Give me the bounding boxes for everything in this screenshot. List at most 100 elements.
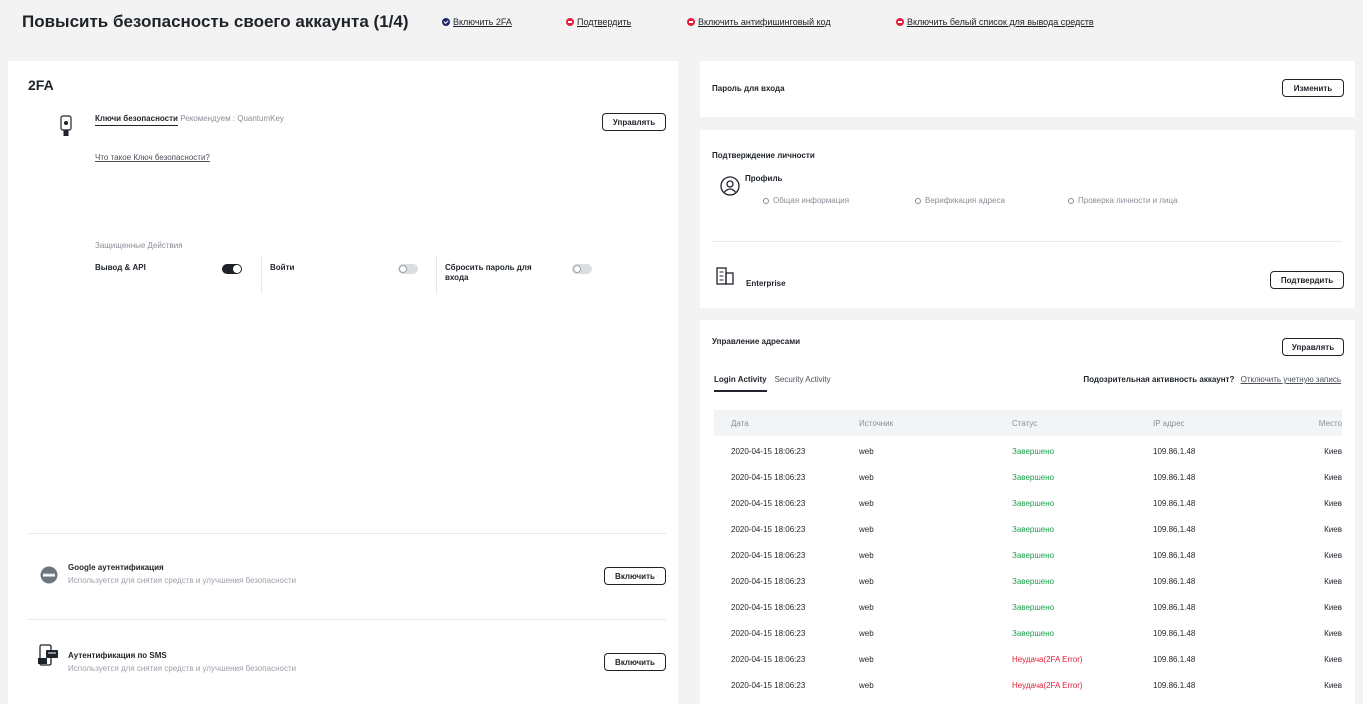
tab-login-activity[interactable]: Login Activity <box>714 375 767 392</box>
reset-password-toggle[interactable] <box>572 264 592 274</box>
circle-icon <box>763 197 769 204</box>
google-auth-title: Google аутентификация <box>68 563 164 572</box>
page-title: Повысить безопасность своего аккаунта (1… <box>22 12 409 31</box>
step-label: Включить 2FA <box>453 17 512 27</box>
identity-title: Подтверждение личности <box>712 151 815 160</box>
twofa-card: 2FA Ключи безопасности Рекомендуем : Qua… <box>8 61 678 704</box>
profile-step-label: Проверка личности и лица <box>1078 196 1178 205</box>
cell-status: Завершено <box>1012 551 1055 560</box>
security-key-name: Ключи безопасности <box>95 114 178 126</box>
address-card: Управление адресами Управлять Login Acti… <box>700 320 1355 704</box>
disable-account-link[interactable]: Отключить учетную запись <box>1241 375 1341 384</box>
cell-place: Киев <box>1324 473 1342 482</box>
cell-date: 2020-04-15 18:06:23 <box>731 447 806 456</box>
step-whitelist[interactable]: Включить белый список для вывода средств <box>896 17 1094 27</box>
cell-date: 2020-04-15 18:06:23 <box>731 655 806 664</box>
check-icon <box>442 18 450 26</box>
enable-google-auth-button[interactable]: Включить <box>604 567 666 585</box>
cell-date: 2020-04-15 18:06:23 <box>731 577 806 586</box>
cell-place: Киев <box>1324 447 1342 456</box>
cell-ip: 109.86.1.48 <box>1153 629 1196 638</box>
cell-ip: 109.86.1.48 <box>1153 473 1196 482</box>
cell-source: web <box>859 499 874 508</box>
col-date: Дата <box>731 419 749 428</box>
cell-date: 2020-04-15 18:06:23 <box>731 525 806 534</box>
cell-status: Завершено <box>1012 577 1055 586</box>
sms-auth-subtitle: Используется для снятия средств и улучше… <box>68 664 297 673</box>
cell-ip: 109.86.1.48 <box>1153 551 1196 560</box>
cell-ip: 109.86.1.48 <box>1153 499 1196 508</box>
cell-ip: 109.86.1.48 <box>1153 447 1196 456</box>
table-row: 2020-04-15 18:06:23 web Завершено 109.86.1.… <box>714 542 1342 568</box>
table-row: 2020-04-15 18:06:23 web Неудача(2FA Error)… <box>714 646 1342 672</box>
security-key-recommendation: Рекомендуем : QuantumKey <box>180 114 284 123</box>
cell-source: web <box>859 629 874 638</box>
cell-date: 2020-04-15 18:06:23 <box>731 551 806 560</box>
table-row: 2020-04-15 18:06:23 web Завершено 109.86.1.… <box>714 490 1342 516</box>
cell-source: web <box>859 447 874 456</box>
table-row: 2020-04-15 18:06:23 web Завершено 109.86.1.… <box>714 594 1342 620</box>
google-authenticator-icon <box>40 566 58 584</box>
table-row: 2020-04-15 18:06:23 web Неудача(2FA Error)… <box>714 672 1342 698</box>
cell-status: Завершено <box>1012 499 1055 508</box>
cell-place: Киев <box>1324 655 1342 664</box>
col-place: Место <box>1318 419 1342 428</box>
cell-place: Киев <box>1324 525 1342 534</box>
cell-status: Завершено <box>1012 603 1055 612</box>
profile-label: Профиль <box>745 174 783 183</box>
confirm-enterprise-button[interactable]: Подтвердить <box>1270 271 1344 289</box>
cell-status: Завершено <box>1012 525 1055 534</box>
warning-icon <box>896 18 904 26</box>
cell-date: 2020-04-15 18:06:23 <box>731 681 806 690</box>
cell-source: web <box>859 655 874 664</box>
suspicious-question: Подозрительная активность аккаунт? <box>1083 375 1235 384</box>
divider <box>436 256 437 294</box>
cell-status: Завершено <box>1012 473 1055 482</box>
step-enable-2fa[interactable]: Включить 2FA <box>442 17 512 27</box>
cell-status: Завершено <box>1012 629 1055 638</box>
step-antiphishing[interactable]: Включить антифишинговый код <box>687 17 831 27</box>
action-reset-password-label: Сбросить пароль для входа <box>445 263 532 282</box>
cell-source: web <box>859 551 874 560</box>
change-password-button[interactable]: Изменить <box>1282 79 1344 97</box>
profile-step-general: Общая информация <box>763 196 849 205</box>
cell-ip: 109.86.1.48 <box>1153 525 1196 534</box>
cell-source: web <box>859 577 874 586</box>
action-login-label: Войти <box>270 263 295 272</box>
cell-date: 2020-04-15 18:06:23 <box>731 499 806 508</box>
manage-addresses-button[interactable]: Управлять <box>1282 338 1344 356</box>
activity-tabs: Login Activity Security Activity <box>714 375 831 392</box>
withdraw-api-toggle[interactable] <box>222 264 242 274</box>
table-row: 2020-04-15 18:06:23 web Завершено 109.86.1.… <box>714 620 1342 646</box>
cell-place: Киев <box>1324 551 1342 560</box>
divider <box>261 256 262 294</box>
step-label: Включить антифишинговый код <box>698 17 831 27</box>
cell-date: 2020-04-15 18:06:23 <box>731 473 806 482</box>
cell-status: Завершено <box>1012 447 1055 456</box>
divider <box>28 619 666 620</box>
enable-sms-auth-button[interactable]: Включить <box>604 653 666 671</box>
manage-security-key-button[interactable]: Управлять <box>602 113 666 131</box>
cell-status: Неудача(2FA Error) <box>1012 655 1083 664</box>
security-key-row: Ключи безопасности Рекомендуем : Quantum… <box>95 114 284 126</box>
table-header: Дата Источник Статус IP адрес Место <box>714 410 1342 436</box>
tab-security-activity[interactable]: Security Activity <box>775 375 831 392</box>
twofa-title: 2FA <box>28 77 54 93</box>
warning-icon <box>566 18 574 26</box>
cell-place: Киев <box>1324 577 1342 586</box>
circle-icon <box>915 197 921 204</box>
col-ip: IP адрес <box>1153 419 1185 428</box>
security-key-icon <box>60 115 72 136</box>
what-is-security-key-link[interactable]: Что такое Ключ безопасности? <box>95 153 210 162</box>
divider <box>712 241 1342 242</box>
divider <box>28 533 666 534</box>
cell-place: Киев <box>1324 629 1342 638</box>
table-row: 2020-04-15 18:06:23 web Завершено 109.86.1.… <box>714 464 1342 490</box>
step-verify[interactable]: Подтвердить <box>566 17 631 27</box>
login-toggle[interactable] <box>398 264 418 274</box>
table-row: 2020-04-15 18:06:23 web Завершено 109.86.1.… <box>714 438 1342 464</box>
circle-icon <box>1068 197 1074 204</box>
cell-ip: 109.86.1.48 <box>1153 655 1196 664</box>
suspicious-activity: Подозрительная активность аккаунт? Отклю… <box>1083 375 1341 384</box>
protected-actions-label: Защищенные Действия <box>95 241 183 250</box>
